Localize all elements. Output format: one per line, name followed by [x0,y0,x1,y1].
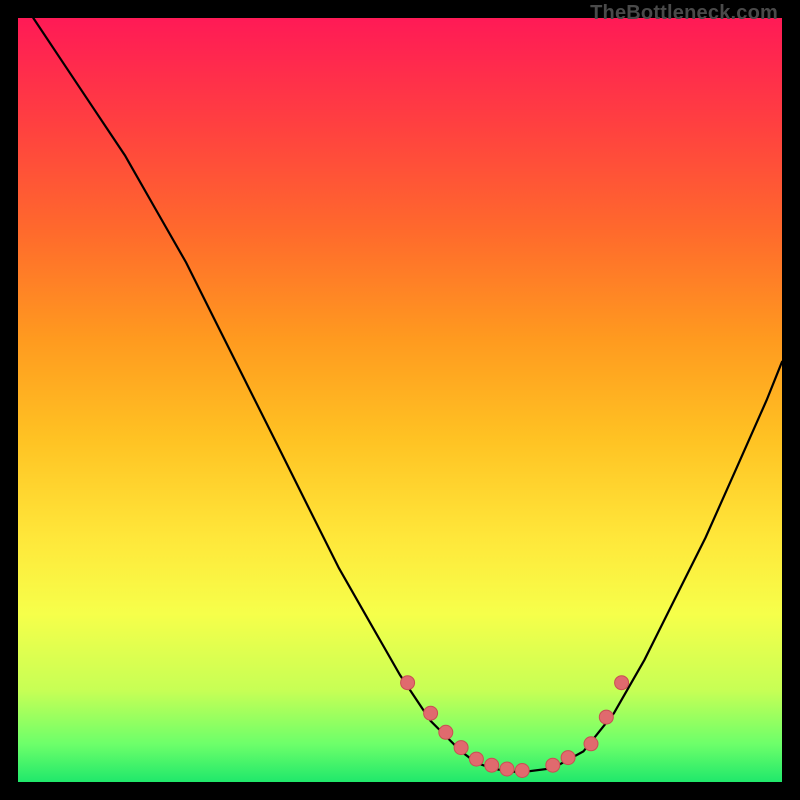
marker-dot [439,725,453,739]
bottleneck-curve [33,18,782,772]
marker-dot [454,741,468,755]
marker-dot [469,752,483,766]
chart-stage: TheBottleneck.com [0,0,800,800]
marker-dot [615,676,629,690]
marker-dot [546,758,560,772]
marker-dot [500,762,514,776]
marker-dot [485,758,499,772]
marker-dot [515,764,529,778]
marker-dot [401,676,415,690]
marker-dot [599,710,613,724]
marker-dot [584,737,598,751]
marker-dot [424,706,438,720]
curve-layer [18,18,782,782]
marker-dot [561,751,575,765]
